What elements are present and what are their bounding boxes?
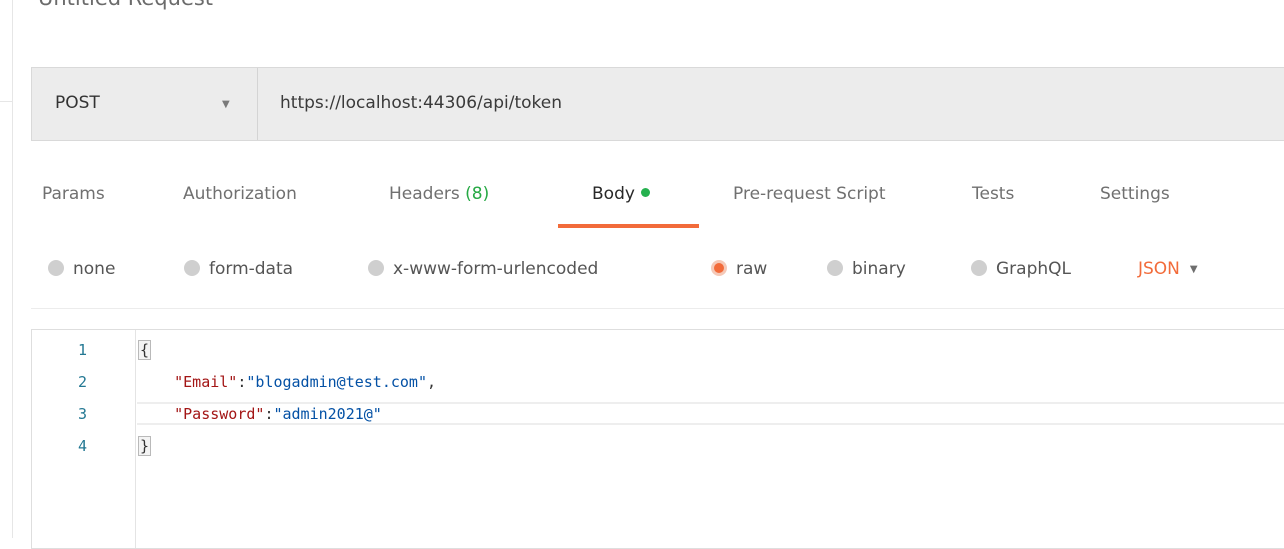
body-type-form-data[interactable]: form-data [184,259,293,279]
tab-pre-request-script[interactable]: Pre-request Script [733,184,886,204]
editor-line: 3 "Password":"admin2021@" [32,401,1284,426]
body-active-dot-icon [640,188,650,197]
body-type-graphql[interactable]: GraphQL [971,259,1071,279]
option-label: form-data [209,259,294,279]
editor-line: 2 "Email":"blogadmin@test.com", [32,369,1284,394]
request-tabs: Params Authorization Headers (8) Body Pr… [0,168,1284,228]
tab-body-label: Body [592,184,635,204]
tab-tests[interactable]: Tests [972,184,1014,204]
radio-icon [184,260,200,276]
json-key: "Email" [174,373,238,391]
tab-settings[interactable]: Settings [1100,184,1170,204]
tab-body[interactable]: Body [592,184,650,204]
option-label: x-www-form-urlencoded [393,259,599,279]
tab-headers-label: Headers [389,184,460,204]
open-brace: { [138,340,152,360]
radio-icon [368,260,384,276]
json-value: "blogadmin@test.com" [246,373,427,391]
chevron-down-icon: ▼ [222,99,230,110]
left-panel-divider [0,101,12,102]
tab-authorization[interactable]: Authorization [183,184,297,204]
request-url-bar: POST ▼ https://localhost:44306/api/token [31,67,1284,141]
option-label: GraphQL [996,259,1071,279]
line-number: 4 [78,437,88,455]
option-label: binary [852,259,906,279]
body-type-options: none form-data x-www-form-urlencoded raw… [0,250,1284,290]
json-key: "Password" [174,405,265,423]
chevron-down-icon: ▼ [1189,264,1198,275]
body-type-binary[interactable]: binary [827,259,906,279]
body-type-urlencoded[interactable]: x-www-form-urlencoded [368,259,598,279]
tab-headers[interactable]: Headers (8) [389,184,489,204]
json-comma: , [427,373,437,391]
line-number: 2 [78,373,88,391]
radio-selected-icon [711,260,727,276]
body-type-none[interactable]: none [48,259,115,279]
option-label: none [73,259,116,279]
format-label: JSON [1138,259,1180,279]
editor-line: 4 } [32,433,1284,458]
method-dropdown[interactable]: POST ▼ [32,68,258,140]
headers-count-badge: (8) [465,184,490,204]
radio-icon [827,260,843,276]
line-number: 3 [78,405,88,423]
tab-params[interactable]: Params [42,184,105,204]
body-type-raw[interactable]: raw [711,259,767,279]
request-title: Untitled Request [38,0,213,10]
line-code: { [138,340,152,360]
url-input[interactable]: https://localhost:44306/api/token [280,93,562,113]
divider [31,308,1284,309]
option-label: raw [736,259,768,279]
line-code: "Email":"blogadmin@test.com", [138,373,436,391]
radio-icon [48,260,64,276]
format-dropdown[interactable]: JSON ▼ [1138,259,1198,279]
code-editor[interactable]: 1 { 2 "Email":"blogadmin@test.com", 3 "P… [31,329,1284,549]
method-label: POST [55,93,100,113]
radio-icon [971,260,987,276]
line-number: 1 [78,341,88,359]
line-code: "Password":"admin2021@" [138,405,382,423]
close-brace: } [138,436,152,456]
line-code: } [138,436,152,456]
json-value: "admin2021@" [273,405,382,423]
active-tab-indicator [558,224,699,228]
editor-line: 1 { [32,337,1284,362]
